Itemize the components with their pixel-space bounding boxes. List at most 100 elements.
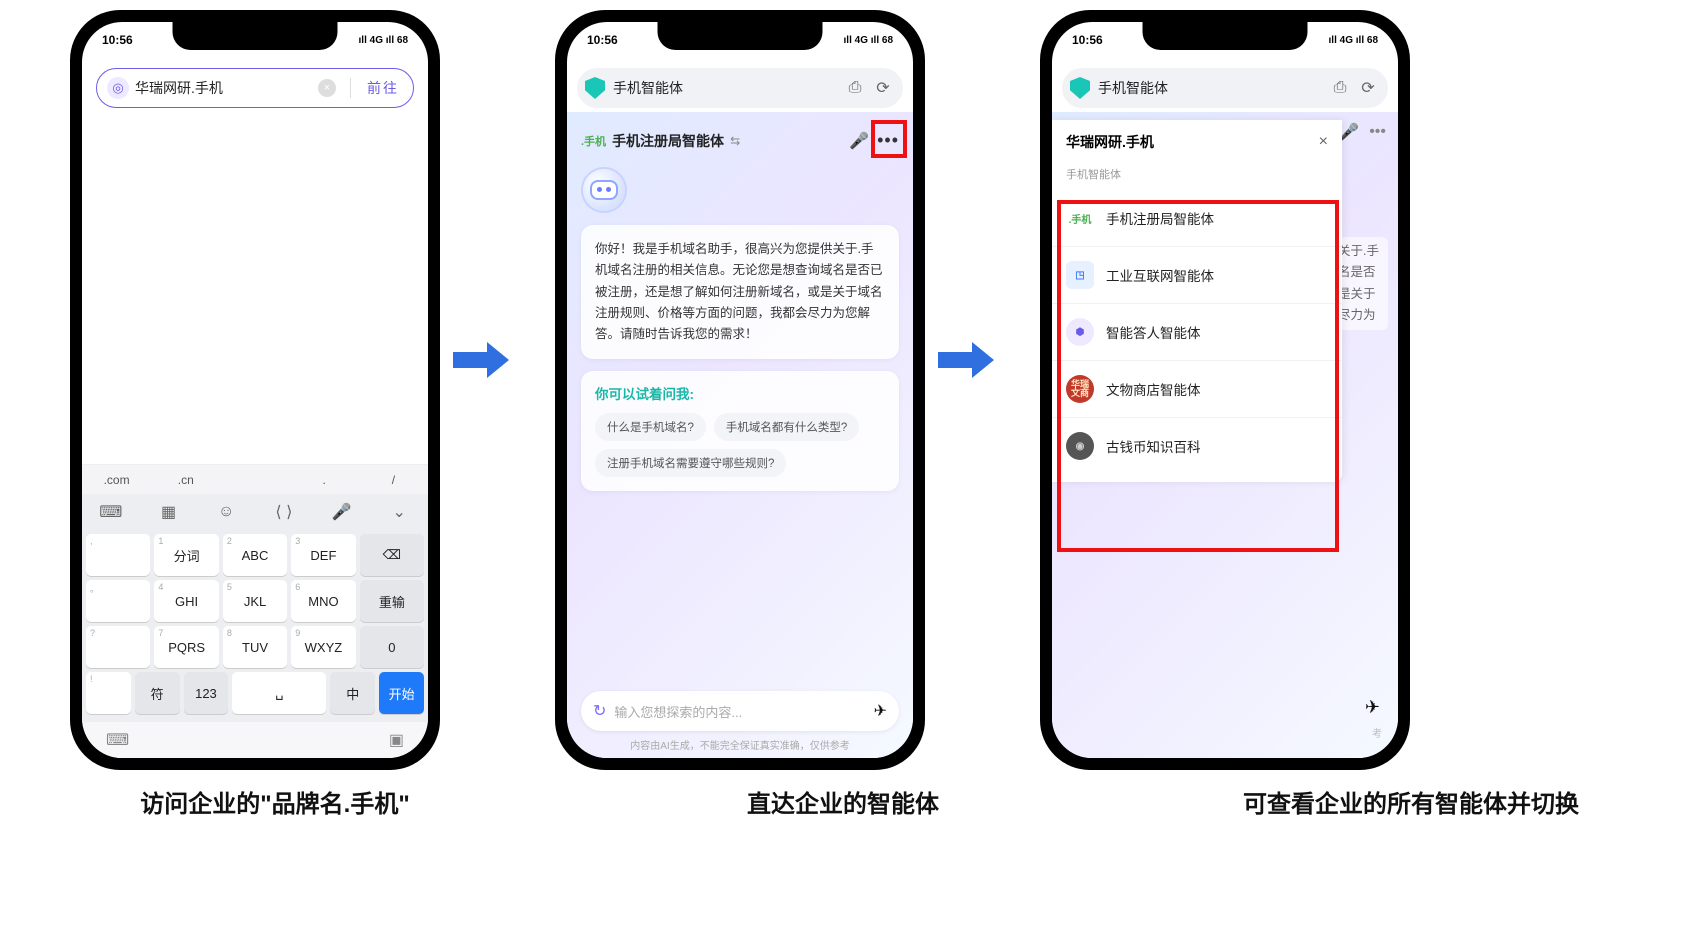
key-2-1[interactable]: 7PQRS [154, 626, 218, 668]
address-bar[interactable]: ◎ 华瑞网研.手机 × 前往 [96, 68, 414, 108]
panel-subtitle: 手机智能体 [1052, 162, 1342, 190]
suggestions-title: 你可以试着问我: [595, 383, 885, 403]
swap-icon[interactable]: ⇆ [730, 134, 740, 148]
kbd-tool-3[interactable]: ⟨ ⟩ [255, 502, 313, 522]
key-1-0[interactable]: 。 [86, 580, 150, 622]
key-2-2[interactable]: 8TUV [223, 626, 287, 668]
agent-icon-shouji: .手机 [1066, 204, 1094, 232]
agent-icon-cube: ◳ [1066, 261, 1094, 289]
chat-input[interactable]: ↻ 输入您想探索的内容... ✈ [581, 691, 899, 731]
agent-item-4[interactable]: ◉古钱币知识百科 [1052, 418, 1342, 474]
key-3-5[interactable]: 开始 [379, 672, 424, 714]
key-2-3[interactable]: 9WXYZ [291, 626, 355, 668]
tld-slash[interactable]: / [359, 465, 428, 494]
bg-disclaimer-fragment: 考 [1372, 725, 1382, 740]
tld-toggle[interactable] [220, 465, 289, 494]
tld-dot[interactable]: . [290, 465, 359, 494]
mic-icon[interactable]: 🎤 [1339, 122, 1359, 142]
key-3-2[interactable]: 123 [184, 672, 229, 714]
bookmark-icon[interactable]: ⎙ [843, 76, 867, 100]
key-3-0[interactable]: ! [86, 672, 131, 714]
reload-icon[interactable]: ⟳ [871, 76, 895, 100]
bg-hint-2: 是关于 [1338, 284, 1382, 305]
kbd-tool-2[interactable]: ☺ [197, 503, 255, 521]
key-0-3[interactable]: 3DEF [291, 534, 355, 576]
key-0-0[interactable]: , [86, 534, 150, 576]
kbd-tool-4[interactable]: 🎤 [313, 502, 371, 522]
phone-3-screen: 10:56 ıll 4G ıll 68 手机智能体 ⎙ ⟳ 🎤 ••• 关于.手 [1052, 22, 1398, 758]
key-1-3[interactable]: 6MNO [291, 580, 355, 622]
tld-com[interactable]: .com [82, 465, 151, 494]
agent-item-3[interactable]: 华瑞文商文物商店智能体 [1052, 361, 1342, 418]
refresh-icon[interactable]: ↻ [593, 701, 606, 721]
key-3-1[interactable]: 符 [135, 672, 180, 714]
chat-footer: ↻ 输入您想探索的内容... ✈ 内容由AI生成，不能完全保证真实准确，仅供参考 [567, 681, 913, 758]
close-icon[interactable]: × [1319, 133, 1328, 151]
tld-suggestion-row: .com .cn . / [82, 464, 428, 494]
phone-3: 10:56 ıll 4G ıll 68 手机智能体 ⎙ ⟳ 🎤 ••• 关于.手 [1040, 10, 1410, 770]
chat-header: .手机 手机注册局智能体 ⇆ 🎤 ••• [567, 114, 913, 159]
ai-disclaimer: 内容由AI生成，不能完全保证真实准确，仅供参考 [581, 737, 899, 752]
keyboard-tool-row: ⌨ ▦ ☺ ⟨ ⟩ 🎤 ⌄ [82, 494, 428, 530]
bg-hint-3: 尽力为 [1338, 305, 1382, 326]
search-text[interactable]: 手机智能体 [1098, 78, 1324, 98]
go-button[interactable]: 前往 [359, 78, 407, 98]
suggestion-chip-0[interactable]: 什么是手机域名? [595, 413, 706, 441]
keyboard-bottom-bar: ⌨ ▣ [82, 722, 428, 758]
chat-input-placeholder: 输入您想探索的内容... [614, 702, 873, 721]
key-0-4[interactable]: ⌫ [360, 534, 424, 576]
key-3-3[interactable]: ␣ [232, 672, 326, 714]
send-icon[interactable]: ✈ [1365, 697, 1380, 718]
search-bar[interactable]: 手机智能体 ⎙ ⟳ [1062, 68, 1388, 108]
arrow-1 [453, 340, 509, 380]
agent-label: 工业互联网智能体 [1106, 265, 1214, 285]
agent-switcher-panel: 华瑞网研.手机 × 手机智能体 .手机手机注册局智能体 ◳ 工业互联网智能体 ⬢智能答… [1052, 120, 1342, 482]
key-3-4[interactable]: 中 [330, 672, 375, 714]
phone-3-body: 手机智能体 ⎙ ⟳ 🎤 ••• 关于.手 名是否 是关于 尽力为 华瑞网研.手 [1052, 22, 1398, 758]
agent-icon-coin: ◉ [1066, 432, 1094, 460]
caption-1: 访问企业的"品牌名.手机" [60, 784, 490, 819]
more-icon[interactable]: ••• [1369, 123, 1386, 141]
caption-3: 可查看企业的所有智能体并切换 [1196, 784, 1626, 819]
agent-item-0[interactable]: .手机手机注册局智能体 [1052, 190, 1342, 247]
bookmark-icon[interactable]: ⎙ [1328, 76, 1352, 100]
key-2-0[interactable]: ? [86, 626, 150, 668]
kbd-tool-1[interactable]: ▦ [140, 502, 198, 522]
arrow-2 [938, 340, 994, 380]
agent-list: .手机手机注册局智能体◳工业互联网智能体⬢智能答人智能体华瑞文商文物商店智能体◉… [1052, 190, 1342, 474]
clear-icon[interactable]: × [318, 79, 336, 97]
status-indicators: ıll 4G ıll 68 [844, 35, 893, 46]
address-divider [350, 78, 351, 98]
key-0-1[interactable]: 1分词 [154, 534, 218, 576]
kbd-tool-5[interactable]: ⌄ [370, 502, 428, 522]
reload-icon[interactable]: ⟳ [1356, 76, 1380, 100]
agent-item-1[interactable]: ◳ 工业互联网智能体 [1052, 247, 1342, 304]
tld-cn[interactable]: .cn [151, 465, 220, 494]
search-text[interactable]: 手机智能体 [613, 78, 839, 98]
suggestion-chip-2[interactable]: 注册手机域名需要遵守哪些规则? [595, 449, 786, 477]
suggestion-chip-1[interactable]: 手机域名都有什么类型? [714, 413, 859, 441]
key-2-4[interactable]: 0 [360, 626, 424, 668]
key-0-2[interactable]: 2ABC [223, 534, 287, 576]
keyboard-collapse-icon[interactable]: ⌨ [106, 730, 129, 750]
kbd-tool-0[interactable]: ⌨ [82, 502, 140, 522]
more-icon[interactable]: ••• [877, 130, 899, 151]
phone-2: 10:56 ıll 4G ıll 68 手机智能体 ⎙ ⟳ .手机 手机注册局智… [555, 10, 925, 770]
send-icon[interactable]: ✈ [874, 701, 887, 721]
key-1-4[interactable]: 重输 [360, 580, 424, 622]
key-1-1[interactable]: 4GHI [154, 580, 218, 622]
captions-row: 访问企业的"品牌名.手机" 直达企业的智能体 可查看企业的所有智能体并切换 [0, 784, 1686, 819]
bot-avatar [581, 167, 627, 213]
agent-icon-hex: ⬢ [1066, 318, 1094, 346]
status-time: 10:56 [587, 33, 618, 47]
mic-icon[interactable]: 🎤 [849, 131, 869, 151]
panel-title: 华瑞网研.手机 [1066, 132, 1154, 152]
key-1-2[interactable]: 5JKL [223, 580, 287, 622]
agent-label: 手机注册局智能体 [1106, 208, 1214, 228]
phone-1: 10:56 ıll 4G ıll 68 ◎ 华瑞网研.手机 × 前往 .com … [70, 10, 440, 770]
status-time: 10:56 [1072, 33, 1103, 47]
address-text[interactable]: 华瑞网研.手机 [135, 78, 318, 98]
agent-item-2[interactable]: ⬢智能答人智能体 [1052, 304, 1342, 361]
keyboard-menu-icon[interactable]: ▣ [389, 730, 404, 750]
search-bar[interactable]: 手机智能体 ⎙ ⟳ [577, 68, 903, 108]
